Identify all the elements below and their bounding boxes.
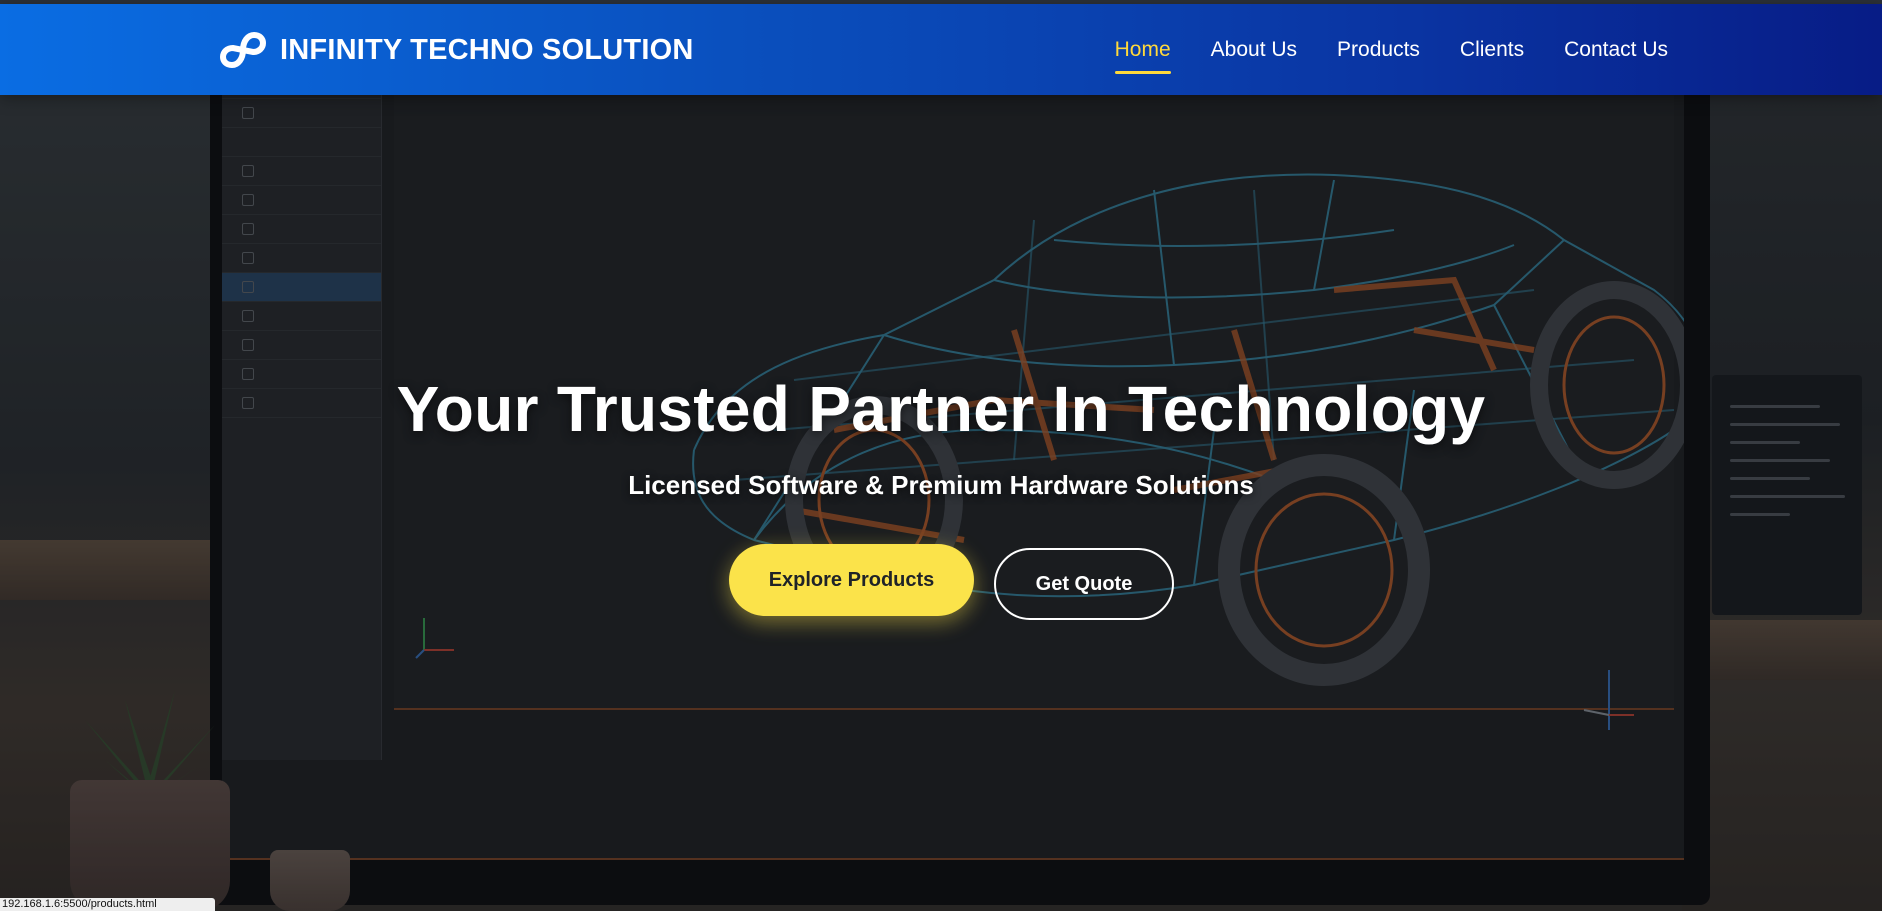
- brand-name: INFINITY TECHNO SOLUTION: [280, 33, 694, 66]
- main-nav: Home About Us Products Clients Contact U…: [1114, 4, 1668, 95]
- explore-products-button[interactable]: Explore Products: [729, 544, 974, 616]
- hero-subtitle: Licensed Software & Premium Hardware Sol…: [628, 470, 1254, 500]
- hero-overlay: [0, 0, 1882, 911]
- navbar: INFINITY TECHNO SOLUTION Home About Us P…: [0, 4, 1882, 95]
- nav-contact-us[interactable]: Contact Us: [1564, 30, 1668, 70]
- hero-background: [0, 0, 1882, 911]
- status-url-tooltip: 192.168.1.6:5500/products.html: [0, 898, 215, 911]
- nav-about-us[interactable]: About Us: [1211, 30, 1297, 70]
- get-quote-button[interactable]: Get Quote: [994, 548, 1174, 620]
- nav-home[interactable]: Home: [1114, 30, 1171, 74]
- nav-clients[interactable]: Clients: [1460, 30, 1524, 70]
- hero-title: Your Trusted Partner In Technology: [396, 373, 1486, 445]
- brand[interactable]: INFINITY TECHNO SOLUTION: [220, 26, 694, 74]
- infinity-logo-icon: [220, 31, 266, 69]
- nav-products[interactable]: Products: [1337, 30, 1420, 70]
